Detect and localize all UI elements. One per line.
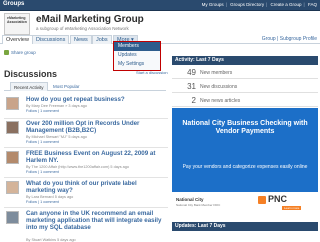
post-title[interactable]: What do you think of our private label m…: [26, 180, 166, 194]
group-logo-text: eMarketing Association: [7, 16, 27, 24]
discussion-post: Over 200 million Opt in Records Under Ma…: [4, 120, 168, 150]
faq-link[interactable]: FAQ: [308, 2, 317, 7]
advertisement[interactable]: National City Business Checking with Ven…: [172, 108, 318, 214]
share-label: Share group: [11, 50, 36, 55]
discussion-post: How do you get repeat business? By Mary …: [4, 96, 168, 122]
divider: [4, 147, 168, 148]
divider: [4, 177, 168, 178]
post-follow[interactable]: Follow | 1 comment: [26, 170, 59, 174]
subtab-most-popular[interactable]: Most Popular: [50, 82, 83, 91]
group-subtitle: a subgroup of eMarketing Association Net…: [36, 26, 129, 31]
avatar[interactable]: [6, 181, 19, 194]
divider: [4, 118, 168, 119]
post-title[interactable]: FREE Business Event on August 22, 2009 a…: [26, 150, 166, 164]
groups-directory-link[interactable]: Groups Directory: [230, 2, 264, 7]
post-meta: By The 1200 Affair (http://www.the1200af…: [26, 165, 129, 169]
tab-discussions[interactable]: Discussions: [32, 35, 70, 44]
discussion-post: Can anyone in the UK recommend an email …: [4, 210, 168, 242]
tab-overview[interactable]: Overview: [2, 35, 33, 44]
ad-fine-print: National City Bank Member FDIC: [176, 203, 221, 207]
pnc-logo: PNC: [268, 194, 288, 204]
post-meta: By Lara Bernard 5 days ago: [26, 195, 74, 199]
more-dropdown-menu: Members Updates My Settings: [113, 41, 161, 71]
discussions-title: Discussions: [4, 69, 58, 79]
post-follow[interactable]: Follow | 1 comment: [26, 109, 59, 113]
avatar[interactable]: [6, 97, 19, 110]
discussion-post: FREE Business Event on August 22, 2009 a…: [4, 150, 168, 180]
top-navigation-bar: Groups My Groups | Groups Directory | Crea…: [0, 0, 320, 11]
stat-label: New news articles: [200, 98, 241, 104]
avatar[interactable]: [6, 121, 19, 134]
create-group-link[interactable]: Create a Group: [271, 2, 302, 7]
ad-headline: National City Business Checking with Ven…: [182, 120, 308, 135]
share-group-link[interactable]: Share group: [4, 50, 36, 56]
subtab-recent-activity[interactable]: Recent Activity: [10, 82, 48, 91]
stat-new-discussions[interactable]: 31 New discussions: [172, 80, 318, 93]
post-title[interactable]: Over 200 million Opt in Records Under Ma…: [26, 120, 166, 134]
post-meta: By Michael Stewart "MJ" 5 days ago: [26, 135, 87, 139]
tab-jobs[interactable]: Jobs: [92, 35, 112, 44]
group-links: Group | Subgroup Profile: [261, 36, 317, 42]
learn-more-button[interactable]: Learn more: [282, 206, 302, 210]
updates-header: Updates: Last 7 Days: [172, 222, 318, 231]
avatar[interactable]: [6, 211, 19, 224]
divider: [4, 207, 168, 208]
discussion-subtabs: Recent Activity Most Popular: [4, 82, 166, 91]
ad-body: Pay your vendors and categorize expenses…: [182, 164, 308, 170]
pnc-logo-icon: [258, 196, 266, 204]
post-meta: By Mary Dee Freeman » 3 days ago: [26, 104, 87, 108]
avatar[interactable]: [6, 151, 19, 164]
menu-item-members[interactable]: Members: [114, 42, 160, 51]
groups-brand[interactable]: Groups: [3, 1, 24, 7]
post-title[interactable]: How do you get repeat business?: [26, 96, 166, 103]
share-icon: [4, 50, 9, 56]
top-links: My Groups | Groups Directory | Create a Gr…: [201, 2, 317, 7]
post-follow[interactable]: Follow | 1 comment: [26, 200, 59, 204]
stat-label: New discussions: [200, 84, 238, 90]
stat-label: New members: [200, 70, 233, 76]
national-city-logo: National City: [176, 197, 204, 202]
group-title: eMail Marketing Group: [36, 14, 144, 25]
post-meta: By Stuart Watkins 5 days ago: [26, 238, 76, 242]
ad-footer: National City National City Bank Member …: [172, 192, 318, 214]
stat-number: 2: [191, 96, 196, 105]
menu-item-my-settings[interactable]: My Settings: [114, 60, 160, 69]
stat-new-news[interactable]: 2 New news articles: [172, 94, 318, 107]
activity-header: Activity: Last 7 Days: [172, 56, 318, 65]
tab-news[interactable]: News: [70, 35, 92, 44]
stat-new-members[interactable]: 49 New members: [172, 66, 318, 79]
post-follow[interactable]: Follow | 1 comment: [26, 140, 59, 144]
group-logo[interactable]: eMarketing Association: [4, 13, 30, 35]
post-title[interactable]: Can anyone in the UK recommend an email …: [26, 210, 166, 231]
stat-number: 31: [187, 82, 196, 91]
menu-item-updates[interactable]: Updates: [114, 51, 160, 60]
subgroup-profile-link[interactable]: Subgroup Profile: [280, 36, 317, 42]
group-link[interactable]: Group: [262, 36, 276, 42]
stat-number: 49: [187, 68, 196, 77]
discussion-post: What do you think of our private label m…: [4, 180, 168, 210]
my-groups-link[interactable]: My Groups: [202, 2, 224, 7]
